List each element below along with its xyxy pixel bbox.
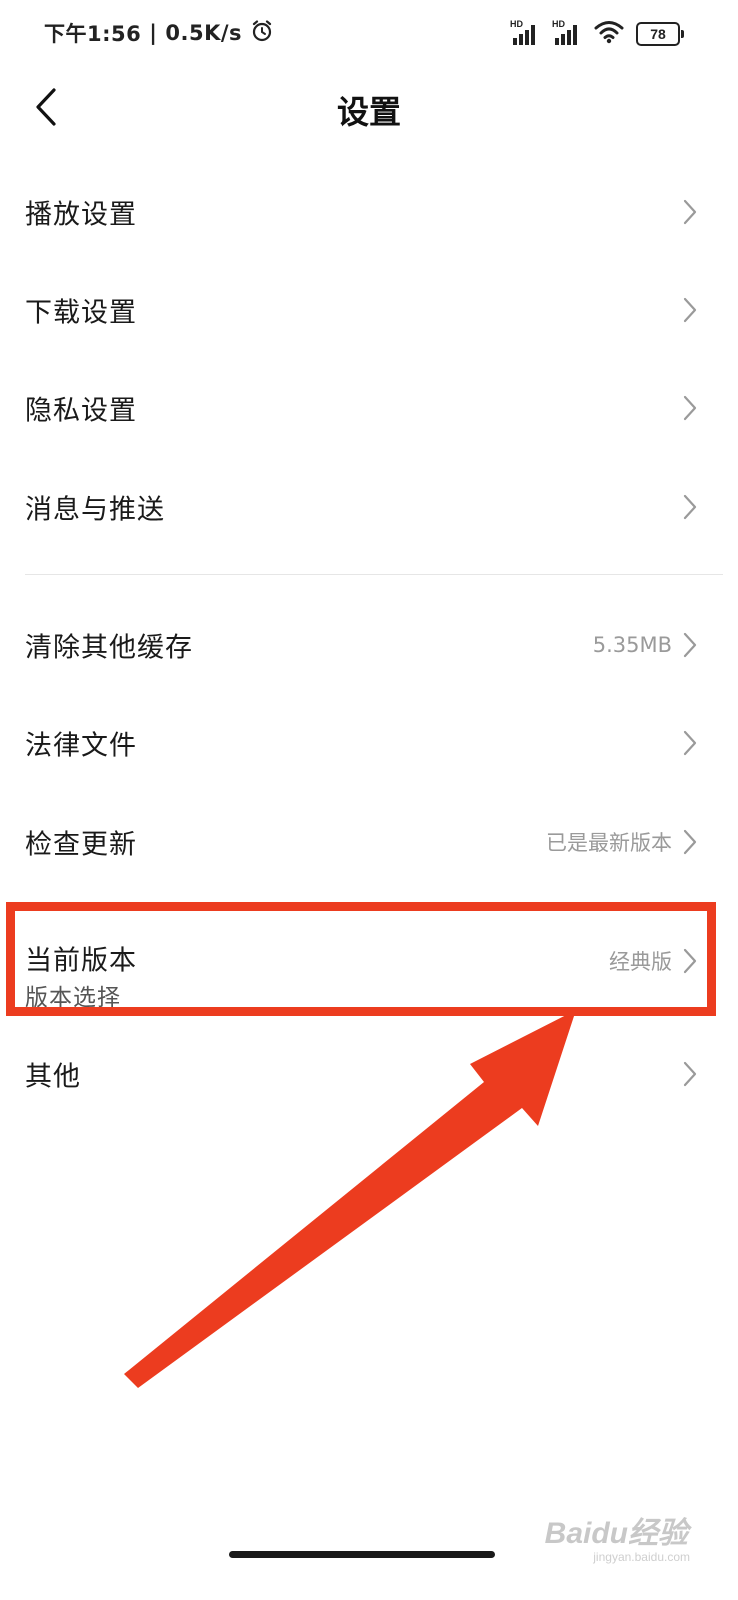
chevron-right-icon xyxy=(683,395,697,421)
settings-item-label: 其他 xyxy=(25,1061,81,1093)
chevron-right-icon xyxy=(683,730,697,756)
settings-item-download[interactable]: 下载设置 xyxy=(0,264,738,356)
chevron-right-icon xyxy=(683,1061,697,1087)
settings-item-other[interactable]: 其他 xyxy=(0,1028,738,1120)
status-left: 下午1:56 | 0.5K/s xyxy=(44,18,274,48)
chevron-right-icon xyxy=(683,297,697,323)
settings-item-label: 播放设置 xyxy=(25,199,137,231)
settings-item-label: 检查更新 xyxy=(25,829,137,861)
page-title: 设置 xyxy=(336,93,401,131)
settings-item-label: 消息与推送 xyxy=(25,494,165,526)
settings-screen: 下午1:56 | 0.5K/s HD HD 78 设置 播放设置 下载设置 隐私… xyxy=(0,0,738,1600)
settings-item-label: 下载设置 xyxy=(25,297,137,329)
status-separator: | xyxy=(149,21,158,45)
settings-item-label: 清除其他缓存 xyxy=(25,632,193,664)
home-indicator[interactable] xyxy=(229,1551,495,1558)
status-right: HD HD 78 xyxy=(510,19,684,48)
signal-icon-2: HD xyxy=(552,19,582,47)
settings-item-clear-cache[interactable]: 清除其他缓存 5.35MB xyxy=(0,599,738,691)
header: 设置 xyxy=(0,72,738,146)
settings-item-privacy[interactable]: 隐私设置 xyxy=(0,362,738,454)
annotation-highlight-box xyxy=(6,902,716,1016)
chevron-right-icon xyxy=(683,199,697,225)
settings-item-notifications[interactable]: 消息与推送 xyxy=(0,461,738,553)
settings-item-legal[interactable]: 法律文件 xyxy=(0,697,738,789)
battery-icon: 78 xyxy=(636,22,684,46)
chevron-right-icon xyxy=(683,494,697,520)
settings-item-playback[interactable]: 播放设置 xyxy=(0,166,738,258)
update-status-value: 已是最新版本 xyxy=(546,831,672,855)
chevron-right-icon xyxy=(683,632,697,658)
cache-size-value: 5.35MB xyxy=(592,633,672,657)
alarm-icon xyxy=(250,19,274,48)
settings-item-check-update[interactable]: 检查更新 已是最新版本 xyxy=(0,796,738,888)
watermark: Baidu经验 xyxy=(544,1517,688,1550)
watermark-url: jingyan.baidu.com xyxy=(593,1550,690,1564)
chevron-right-icon xyxy=(683,829,697,855)
settings-item-label: 法律文件 xyxy=(25,730,137,762)
wifi-icon xyxy=(594,20,624,48)
section-divider xyxy=(25,574,723,575)
status-bar: 下午1:56 | 0.5K/s HD HD 78 xyxy=(0,0,738,68)
status-time: 下午1:56 xyxy=(44,22,142,46)
settings-item-label: 隐私设置 xyxy=(25,395,137,427)
signal-icon: HD xyxy=(510,19,540,47)
status-net-speed: 0.5K/s xyxy=(165,21,243,45)
